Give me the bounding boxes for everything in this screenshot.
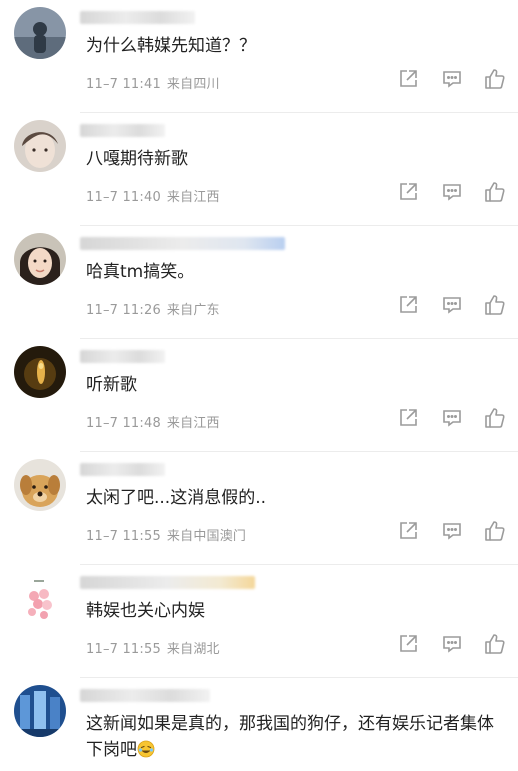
comment-meta: 11–7 11:48 来自江西 — [86, 412, 220, 431]
share-icon[interactable] — [397, 294, 419, 316]
avatar[interactable] — [14, 459, 66, 511]
share-icon[interactable] — [397, 520, 419, 542]
share-icon[interactable] — [397, 181, 419, 203]
comment-text: 这新闻如果是真的，那我国的狗仔，还有娱乐记者集体下岗吧 — [86, 711, 498, 763]
thumbs-up-icon[interactable] — [484, 407, 506, 429]
comment-location: 来自广东 — [166, 303, 220, 318]
comment-time: 11–7 11:41 — [86, 77, 161, 92]
username-blurred[interactable] — [80, 689, 210, 702]
thumbs-up-icon[interactable] — [484, 633, 506, 655]
username-blurred[interactable] — [80, 124, 165, 137]
comment-item: 这新闻如果是真的，那我国的狗仔，还有娱乐记者集体下岗吧 — [0, 678, 518, 771]
comment-text: 韩娱也关心内娱 — [86, 601, 205, 621]
share-icon[interactable] — [397, 407, 419, 429]
comment-icon[interactable] — [441, 294, 463, 316]
comment-time: 11–7 11:40 — [86, 190, 161, 205]
comment-icon[interactable] — [441, 407, 463, 429]
comment-text: 哈真tm搞笑。 — [86, 262, 195, 282]
comment-time: 11–7 11:48 — [86, 416, 161, 431]
comment-item: 韩娱也关心内娱 11–7 11:55 来自湖北 — [0, 565, 518, 678]
comment-item: 听新歌 11–7 11:48 来自江西 — [0, 339, 518, 452]
comment-location: 来自江西 — [166, 190, 220, 205]
avatar[interactable] — [14, 120, 66, 172]
comment-location: 来自湖北 — [166, 642, 220, 657]
comment-item: 为什么韩媒先知道？？ 11–7 11:41 来自四川 — [0, 0, 518, 113]
comment-icon[interactable] — [441, 68, 463, 90]
username-blurred[interactable] — [80, 11, 195, 24]
comment-text: 为什么韩媒先知道？？ — [86, 36, 256, 56]
comment-text: 听新歌 — [86, 375, 137, 395]
comment-icon[interactable] — [441, 520, 463, 542]
username-blurred[interactable] — [80, 576, 255, 589]
comment-meta: 11–7 11:40 来自江西 — [86, 186, 220, 205]
comment-time: 11–7 11:55 — [86, 529, 161, 544]
username-blurred[interactable] — [80, 350, 165, 363]
username-blurred[interactable] — [80, 463, 165, 476]
comment-icon[interactable] — [441, 181, 463, 203]
avatar[interactable] — [14, 346, 66, 398]
comment-time: 11–7 11:26 — [86, 303, 161, 318]
comment-location: 来自江西 — [166, 416, 220, 431]
comment-text: 八嘎期待新歌 — [86, 149, 188, 169]
avatar[interactable] — [14, 233, 66, 285]
comment-item: 太闲了吧...这消息假的.. 11–7 11:55 来自中国澳门 — [0, 452, 518, 565]
avatar[interactable] — [14, 7, 66, 59]
comment-meta: 11–7 11:55 来自中国澳门 — [86, 525, 246, 544]
thumbs-up-icon[interactable] — [484, 294, 506, 316]
comment-text: 太闲了吧...这消息假的.. — [86, 488, 267, 508]
thumbs-up-icon[interactable] — [484, 520, 506, 542]
thumbs-up-icon[interactable] — [484, 181, 506, 203]
avatar[interactable] — [14, 685, 66, 737]
comment-location: 来自四川 — [166, 77, 220, 92]
laughing-emoji-icon — [137, 740, 155, 758]
comment-location: 来自中国澳门 — [166, 529, 247, 544]
comment-icon[interactable] — [441, 633, 463, 655]
comment-item: 八嘎期待新歌 11–7 11:40 来自江西 — [0, 113, 518, 226]
comment-time: 11–7 11:55 — [86, 642, 161, 657]
comment-meta: 11–7 11:26 来自广东 — [86, 299, 220, 318]
comment-item: 哈真tm搞笑。 11–7 11:26 来自广东 — [0, 226, 518, 339]
username-blurred[interactable] — [80, 237, 285, 250]
share-icon[interactable] — [397, 68, 419, 90]
thumbs-up-icon[interactable] — [484, 68, 506, 90]
share-icon[interactable] — [397, 633, 419, 655]
comment-meta: 11–7 11:55 来自湖北 — [86, 638, 220, 657]
comment-meta: 11–7 11:41 来自四川 — [86, 73, 220, 92]
avatar[interactable] — [14, 572, 66, 624]
